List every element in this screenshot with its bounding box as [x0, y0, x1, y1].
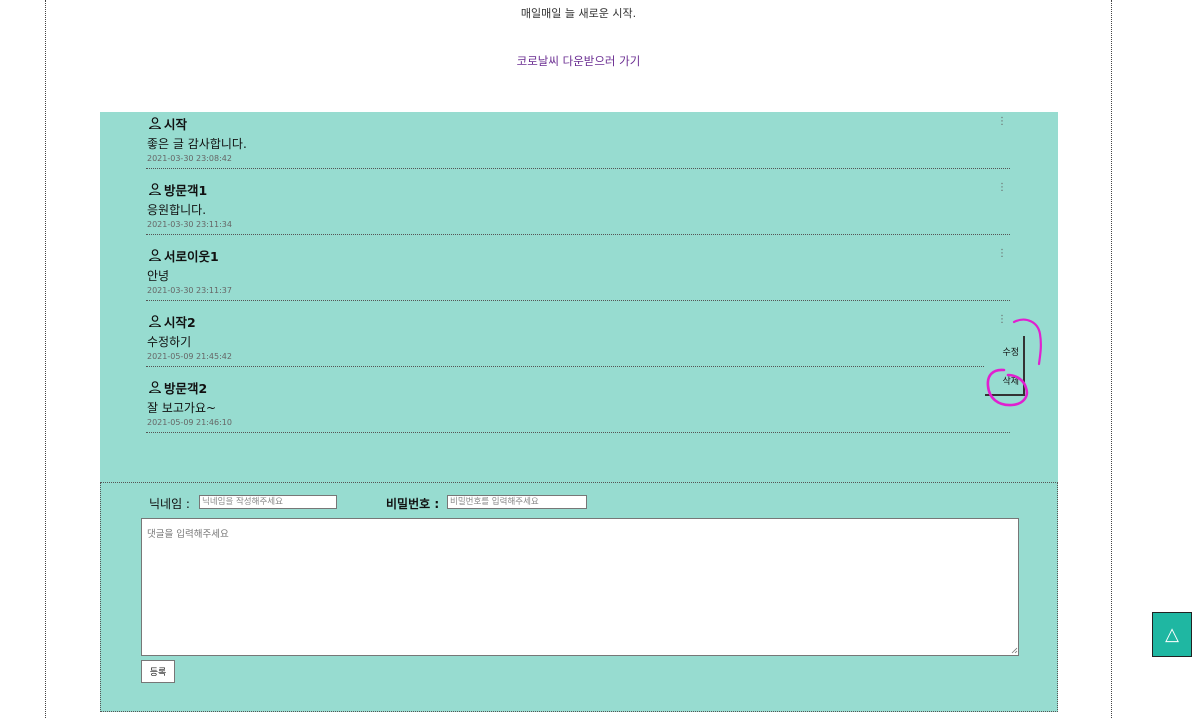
comment-item: 방문객2 잘 보고가요~ 2021-05-09 21:46:10: [146, 376, 1010, 433]
right-frame-border: [1111, 0, 1112, 718]
comment-item: 방문객1 응원합니다. 2021-03-30 23:11:34 ⋮: [146, 178, 1010, 235]
comment-form: 닉네임 : 비밀번호 : 등록: [100, 482, 1058, 712]
edit-menu-item[interactable]: 수정: [1002, 345, 1019, 358]
nickname-input[interactable]: [199, 495, 337, 509]
comment-body: 잘 보고가요~: [147, 401, 217, 415]
more-options-icon[interactable]: ⋮: [997, 114, 1007, 130]
comment-author: 방문객1: [148, 180, 207, 198]
page-subtitle: 매일매일 늘 새로운 시작.: [520, 7, 637, 20]
comments-panel: 시작 좋은 글 감사합니다. 2021-03-30 23:08:42 ⋮ 방문객…: [100, 112, 1058, 482]
comment-date: 2021-05-09 21:45:42: [147, 352, 232, 361]
comment-author: 시작2: [148, 312, 196, 330]
more-options-icon[interactable]: ⋮: [997, 246, 1007, 262]
comment-body: 수정하기: [147, 335, 192, 349]
person-icon: [149, 315, 161, 327]
scroll-to-top-button[interactable]: △: [1152, 612, 1192, 657]
more-options-icon[interactable]: ⋮: [997, 312, 1007, 328]
left-frame-border: [45, 0, 46, 718]
password-label: 비밀번호 :: [386, 497, 440, 511]
comment-date: 2021-03-30 23:08:42: [147, 154, 232, 163]
comment-date: 2021-03-30 23:11:34: [147, 220, 232, 229]
comment-author: 시작: [148, 114, 187, 132]
comment-author-name: 방문객2: [164, 380, 208, 396]
more-options-icon[interactable]: ⋮: [997, 180, 1007, 196]
comment-item: 서로이웃1 안녕 2021-03-30 23:11:37 ⋮: [146, 244, 1010, 301]
person-icon: [149, 183, 161, 195]
comment-author-name: 서로이웃1: [164, 248, 219, 264]
person-icon: [149, 381, 161, 393]
comment-date: 2021-05-09 21:46:10: [147, 418, 232, 427]
password-input[interactable]: [447, 495, 587, 509]
person-icon: [149, 117, 161, 129]
comment-author: 서로이웃1: [148, 246, 219, 264]
comment-body: 안녕: [147, 269, 170, 283]
download-link[interactable]: 코로날씨 다운받으러 가기: [0, 53, 1157, 69]
comment-author: 방문객2: [148, 378, 207, 396]
triangle-up-icon: △: [1165, 624, 1179, 645]
comment-body: 응원합니다.: [147, 203, 207, 217]
delete-menu-item[interactable]: 삭제: [1002, 374, 1019, 387]
nickname-label: 닉네임 :: [149, 497, 190, 511]
comment-author-name: 시작2: [164, 314, 196, 330]
comment-item: 시작2 수정하기 2021-05-09 21:45:42 ⋮: [146, 310, 1010, 367]
comment-date: 2021-03-30 23:11:37: [147, 286, 232, 295]
comment-body: 좋은 글 감사합니다.: [147, 137, 247, 151]
submit-button[interactable]: 등록: [141, 660, 175, 683]
comment-options-menu: 수정 삭제: [985, 336, 1025, 396]
resize-grip-icon[interactable]: [1011, 647, 1018, 654]
comment-item: 시작 좋은 글 감사합니다. 2021-03-30 23:08:42 ⋮: [146, 112, 1010, 169]
comment-textarea[interactable]: [141, 518, 1019, 656]
person-icon: [149, 249, 161, 261]
comment-author-name: 방문객1: [164, 182, 208, 198]
comment-author-name: 시작: [164, 116, 188, 132]
